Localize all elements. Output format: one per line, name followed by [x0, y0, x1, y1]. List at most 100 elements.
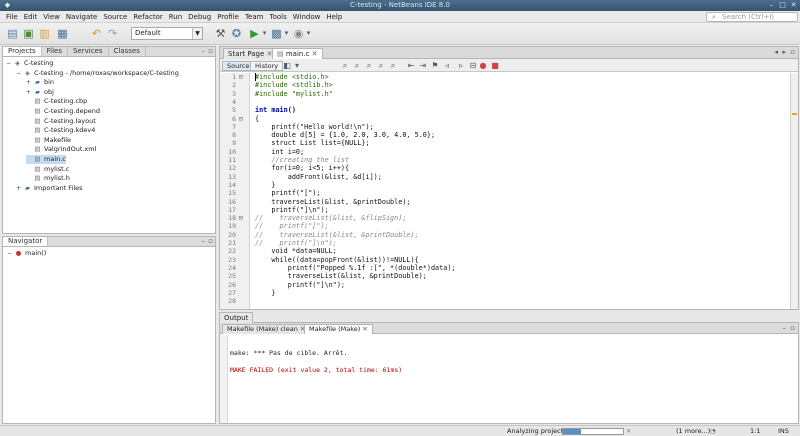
vertical-scrollbar[interactable]	[790, 73, 798, 309]
line-number: 14	[228, 180, 236, 189]
tab-makefile[interactable]: Makefile (Make) ✕	[304, 324, 373, 334]
menu-profile[interactable]: Profile	[214, 13, 242, 21]
tree-item[interactable]: − ◈ C-testing	[6, 59, 53, 68]
profile-dropdown-icon[interactable]: ▾	[302, 27, 315, 40]
find-selection-icon[interactable]: ⌕	[364, 61, 374, 71]
tree-item[interactable]: + ▰ obj	[26, 88, 54, 97]
new-project-icon[interactable]: ▣	[22, 27, 35, 40]
back-icon[interactable]: ◧	[282, 61, 292, 71]
configuration-select[interactable]: Default ▼	[131, 27, 203, 40]
toggle-highlight-icon[interactable]: ⌕	[376, 61, 386, 71]
line-number: 10	[228, 147, 236, 156]
comment-icon[interactable]: ▹	[456, 61, 466, 71]
save-all-icon[interactable]: ▦	[56, 27, 69, 40]
menu-source[interactable]: Source	[100, 13, 130, 21]
menu-edit[interactable]: Edit	[21, 13, 41, 21]
maximize-editor-icon[interactable]: ▫	[790, 48, 795, 57]
tree-item[interactable]: ▤ C-testing.cbp	[26, 97, 87, 106]
code-editor[interactable]: #include <stdio.h> #include <stdlib.h> #in…	[251, 73, 790, 309]
menu-navigate[interactable]: Navigate	[63, 13, 100, 21]
menu-window[interactable]: Window	[290, 13, 324, 21]
tab-classes[interactable]: Classes	[109, 47, 146, 56]
search-input[interactable]: ⌕ Search (Ctrl+I)	[706, 12, 798, 22]
expand-icon[interactable]: +	[16, 184, 23, 193]
tree-item[interactable]: ▤ C-testing.depend	[26, 107, 100, 116]
maximize-icon[interactable]: □	[778, 1, 787, 10]
menu-debug[interactable]: Debug	[185, 13, 214, 21]
maximize-panel-icon[interactable]: ▫	[790, 324, 795, 333]
tree-item[interactable]: ▤ mylist.c	[26, 165, 69, 174]
tab-start-page[interactable]: Start Page ✕	[223, 48, 278, 59]
prev-bookmark-icon[interactable]: ⚑	[430, 61, 440, 71]
undo-icon[interactable]: ↶	[90, 27, 103, 40]
tree-item[interactable]: ▤ ValgrindOut.xml	[26, 145, 96, 154]
tab-main-c[interactable]: ▤ main.c ✕	[272, 48, 323, 59]
open-project-icon[interactable]: ▥	[38, 27, 51, 40]
minimize-icon[interactable]: –	[767, 1, 776, 10]
menu-help[interactable]: Help	[323, 13, 345, 21]
close-tab-icon[interactable]: ✕	[312, 50, 318, 58]
maximize-panel-icon[interactable]: ▫	[208, 47, 213, 56]
start-macro-icon[interactable]: ●	[478, 61, 488, 71]
tab-files[interactable]: Files	[42, 47, 68, 56]
maximize-panel-icon[interactable]: ▫	[208, 237, 213, 246]
menu-tools[interactable]: Tools	[266, 13, 289, 21]
menu-file[interactable]: File	[3, 13, 21, 21]
close-tab-icon[interactable]: ✕	[362, 325, 367, 333]
notification-icon[interactable]: ◔	[710, 426, 716, 436]
menu-team[interactable]: Team	[242, 13, 267, 21]
tree-item[interactable]: ▤ main.c	[26, 155, 66, 164]
minimize-panel-icon[interactable]: –	[202, 237, 206, 246]
menu-run[interactable]: Run	[166, 13, 185, 21]
tab-services[interactable]: Services	[68, 47, 109, 56]
uncomment-icon[interactable]: ⊟	[468, 61, 478, 71]
new-file-icon[interactable]: ▤	[6, 27, 19, 40]
tab-makefile-clean[interactable]: Makefile (Make) clean ✕	[222, 324, 311, 334]
tree-item[interactable]: + ▰ Important Files	[16, 184, 83, 193]
tree-item[interactable]: ▤ C-testing.layout	[26, 117, 95, 126]
fold-toggle-icon[interactable]: ⊟	[239, 73, 243, 81]
error-marker[interactable]	[792, 113, 797, 115]
output-window-title[interactable]: Output	[219, 312, 254, 323]
tree-item[interactable]: ▤ Makefile	[26, 136, 71, 145]
fold-toggle-icon[interactable]: ⊟	[239, 214, 243, 222]
tree-item[interactable]: − ◈ C-testing - /home/roxas/workspace/C-te…	[16, 69, 179, 78]
tab-projects[interactable]: Projects	[3, 47, 42, 56]
forward-icon[interactable]: ▾	[292, 61, 302, 71]
shift-right-icon[interactable]: ⇤	[406, 61, 416, 71]
minimize-panel-icon[interactable]: –	[783, 324, 787, 333]
toggle-bookmark-icon[interactable]: ⇥	[418, 61, 428, 71]
cancel-task-icon[interactable]: ✕	[626, 426, 631, 436]
collapse-icon[interactable]: −	[6, 59, 13, 68]
minimize-panel-icon[interactable]: –	[202, 47, 206, 56]
tree-item[interactable]: ▤ C-testing.kdev4	[26, 126, 95, 135]
tab-label: main.c	[285, 50, 310, 58]
shift-left-icon[interactable]: ⌕	[388, 61, 398, 71]
status-more-tasks[interactable]: (1 more...)	[676, 426, 710, 436]
close-icon[interactable]: ✕	[789, 1, 798, 10]
find-previous-icon[interactable]: ⌕	[340, 61, 350, 71]
scroll-tabs-right-icon[interactable]: ▸	[782, 48, 786, 57]
scroll-tabs-left-icon[interactable]: ◂	[774, 48, 778, 57]
next-bookmark-icon[interactable]: ◃	[442, 61, 452, 71]
collapse-icon[interactable]: −	[7, 249, 14, 258]
fold-toggle-icon[interactable]: ⊟	[239, 115, 243, 123]
menu-refactor[interactable]: Refactor	[130, 13, 165, 21]
code-line: #include "mylist.h"	[255, 89, 333, 98]
expand-icon[interactable]: +	[26, 78, 33, 87]
tab-navigator[interactable]: Navigator	[3, 237, 49, 246]
history-tab[interactable]: History	[250, 61, 284, 71]
redo-icon[interactable]: ↷	[106, 27, 119, 40]
find-next-icon[interactable]: ⌕	[352, 61, 362, 71]
collapse-icon[interactable]: −	[16, 69, 23, 78]
expand-icon[interactable]: +	[26, 88, 33, 97]
stop-macro-icon[interactable]: ■	[490, 61, 500, 71]
tree-item[interactable]: ▤ mylist.h	[26, 174, 70, 183]
window-menu-icon[interactable]: ◆	[3, 1, 12, 10]
clean-build-icon[interactable]: ✪	[230, 27, 243, 40]
navigator-item-main[interactable]: − ● main()	[7, 249, 46, 258]
menu-view[interactable]: View	[40, 13, 63, 21]
set-main-project-icon[interactable]: ⚒	[214, 27, 227, 40]
tree-item[interactable]: + ▰ bin	[26, 78, 54, 87]
folder-icon: ▰	[35, 87, 40, 96]
